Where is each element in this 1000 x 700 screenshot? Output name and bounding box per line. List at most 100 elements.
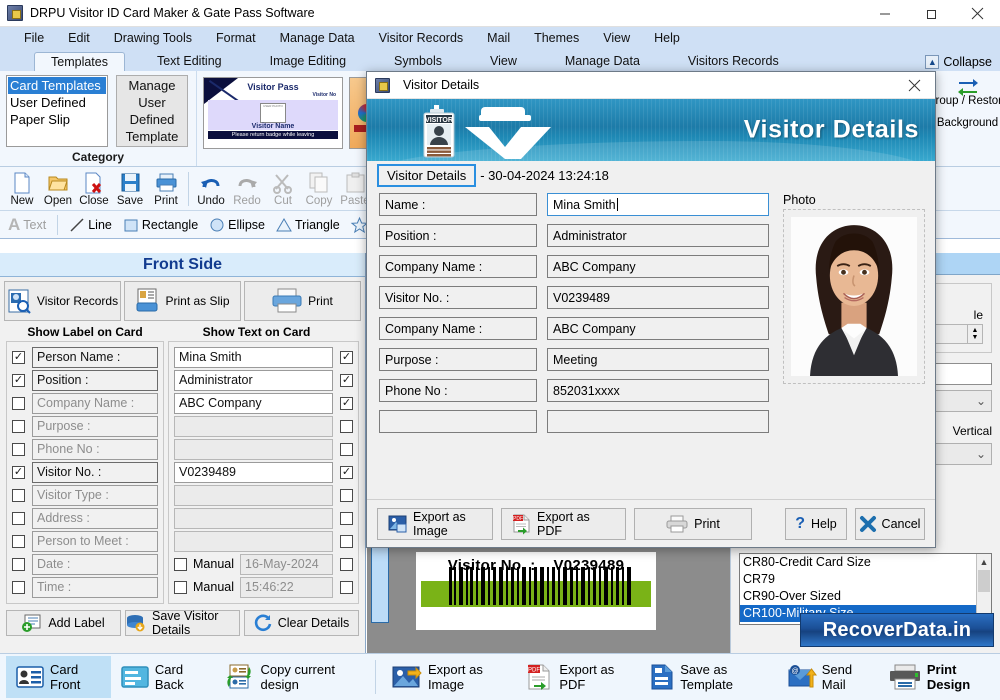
text-tool[interactable]: A Text xyxy=(4,215,50,235)
menu-item-drawing-tools[interactable]: Drawing Tools xyxy=(102,31,204,45)
menu-item-file[interactable]: File xyxy=(12,31,56,45)
rectangle-tool[interactable]: Rectangle xyxy=(119,217,202,233)
copy-current-design-button[interactable]: Copy current design xyxy=(215,656,370,698)
label-checkbox-visitor-no[interactable] xyxy=(12,465,25,479)
value-checkbox-address[interactable] xyxy=(340,511,353,525)
close-button[interactable] xyxy=(954,0,1000,27)
dialog-close-button[interactable] xyxy=(893,72,935,99)
collapse-ribbon-button[interactable]: ▲ Collapse xyxy=(925,55,992,69)
value-checkbox-person-name[interactable] xyxy=(340,350,353,364)
export-as-image-button-bottom[interactable]: Export as Image xyxy=(382,656,517,698)
dialog-export-as-image-button[interactable]: Export as Image xyxy=(377,507,493,540)
value-input-date[interactable]: 16-May-2024 xyxy=(240,553,333,575)
value-input-time[interactable]: 15:46:22 xyxy=(240,576,333,598)
open-button[interactable]: Open xyxy=(40,171,76,207)
value-input-purpose[interactable] xyxy=(174,415,333,437)
scroll-up-icon[interactable]: ▲ xyxy=(977,554,991,569)
add-label-button[interactable]: Add Label xyxy=(6,610,121,636)
field-input-purpose[interactable]: Meeting xyxy=(547,348,769,371)
redo-button[interactable]: Redo xyxy=(229,171,265,207)
scrollbar-thumb[interactable] xyxy=(978,570,990,592)
label-text-visitor-type[interactable]: Visitor Type : xyxy=(32,484,158,506)
label-checkbox-position[interactable] xyxy=(12,373,25,387)
value-checkbox-purpose[interactable] xyxy=(340,419,353,433)
value-input-company-name[interactable]: ABC Company xyxy=(174,392,333,414)
label-text-purpose[interactable]: Purpose : xyxy=(32,415,158,437)
print-design-button[interactable]: Print Design xyxy=(879,656,1000,698)
field-input-company-name-1[interactable]: ABC Company xyxy=(547,255,769,278)
value-input-address[interactable] xyxy=(174,507,333,529)
card-front-button[interactable]: Card Front xyxy=(6,656,111,698)
label-text-address[interactable]: Address : xyxy=(32,507,158,529)
label-checkbox-person-name[interactable] xyxy=(12,350,25,364)
value-input-person-name[interactable]: Mina Smith xyxy=(174,346,333,368)
tab-symbols[interactable]: Symbols xyxy=(378,52,458,71)
label-checkbox-phone-no[interactable] xyxy=(12,442,25,456)
value-checkbox-phone-no[interactable] xyxy=(340,442,353,456)
visitor-records-button[interactable]: Visitor Records xyxy=(4,281,121,321)
value-input-person-to-meet[interactable] xyxy=(174,530,333,552)
tab-manage-data[interactable]: Manage Data xyxy=(549,52,656,71)
ellipse-tool[interactable]: Ellipse xyxy=(205,217,269,233)
menu-item-manage-data[interactable]: Manage Data xyxy=(268,31,367,45)
menu-item-format[interactable]: Format xyxy=(204,31,268,45)
value-input-position[interactable]: Administrator xyxy=(174,369,333,391)
group-restore-button[interactable]: Group / Restore xyxy=(927,77,1000,107)
field-input-empty[interactable] xyxy=(547,410,769,433)
label-checkbox-company-name[interactable] xyxy=(12,396,25,410)
value-checkbox-visitor-type[interactable] xyxy=(340,488,353,502)
tab-image-editing[interactable]: Image Editing xyxy=(254,52,362,71)
field-input-company-name-2[interactable]: ABC Company xyxy=(547,317,769,340)
category-listbox[interactable]: Card Templates User Defined Paper Slip xyxy=(6,75,108,147)
size-spinner-buttons[interactable]: ▲ ▼ xyxy=(967,324,983,344)
line-tool[interactable]: Line xyxy=(65,217,116,233)
value-checkbox-date[interactable] xyxy=(340,557,353,571)
field-input-name[interactable]: Mina Smith xyxy=(547,193,769,216)
card-preview[interactable]: Visitor No. : V0239489 xyxy=(416,552,656,630)
value-input-visitor-no[interactable]: V0239489 xyxy=(174,461,333,483)
template-thumbnail-visitor-pass[interactable]: Visitor Pass Visitor No USER PHOTO Visit… xyxy=(203,77,343,149)
manage-user-defined-template-button[interactable]: Manage User Defined Template xyxy=(116,75,188,147)
label-checkbox-visitor-type[interactable] xyxy=(12,488,25,502)
label-checkbox-time[interactable] xyxy=(12,580,25,594)
chevron-up-icon[interactable]: ▲ xyxy=(972,327,979,334)
tab-view[interactable]: View xyxy=(474,52,533,71)
dialog-help-button[interactable]: ? Help xyxy=(785,507,847,540)
save-visitor-details-button[interactable]: Save Visitor Details xyxy=(125,609,240,637)
label-text-time[interactable]: Time : xyxy=(32,576,158,598)
value-checkbox-company-name[interactable] xyxy=(340,396,353,410)
label-checkbox-date[interactable] xyxy=(12,557,25,571)
dialog-tab-visitor-details[interactable]: Visitor Details xyxy=(377,163,477,187)
dialog-cancel-button[interactable]: Cancel xyxy=(855,507,925,540)
dialog-export-as-pdf-button[interactable]: PDF Export as PDF xyxy=(501,507,626,540)
label-text-phone-no[interactable]: Phone No : xyxy=(32,438,158,460)
triangle-tool[interactable]: Triangle xyxy=(272,217,344,233)
value-input-phone-no[interactable] xyxy=(174,438,333,460)
copy-button[interactable]: Copy xyxy=(301,171,337,207)
label-text-date[interactable]: Date : xyxy=(32,553,158,575)
print-button-panel[interactable]: Print xyxy=(244,281,361,321)
maximize-button[interactable] xyxy=(908,0,954,27)
tab-templates[interactable]: Templates xyxy=(34,52,125,72)
category-item-user-defined[interactable]: User Defined xyxy=(8,94,106,111)
export-as-pdf-button-bottom[interactable]: PDF Export as PDF xyxy=(517,656,640,698)
tab-visitors-records[interactable]: Visitors Records xyxy=(672,52,795,71)
manual-checkbox-date[interactable] xyxy=(174,557,187,571)
print-button[interactable]: Print xyxy=(148,171,184,207)
label-text-visitor-no[interactable]: Visitor No. : xyxy=(32,461,158,483)
category-item-card-templates[interactable]: Card Templates xyxy=(8,77,106,94)
manual-checkbox-time[interactable] xyxy=(174,580,187,594)
card-size-option-cr79[interactable]: CR79 xyxy=(740,571,991,588)
menu-item-mail[interactable]: Mail xyxy=(475,31,522,45)
menu-item-themes[interactable]: Themes xyxy=(522,31,591,45)
menu-item-edit[interactable]: Edit xyxy=(56,31,102,45)
chevron-down-icon[interactable]: ▼ xyxy=(972,334,979,341)
field-input-position[interactable]: Administrator xyxy=(547,224,769,247)
label-checkbox-address[interactable] xyxy=(12,511,25,525)
value-checkbox-person-to-meet[interactable] xyxy=(340,534,353,548)
tab-text-editing[interactable]: Text Editing xyxy=(141,52,238,71)
menu-item-help[interactable]: Help xyxy=(642,31,692,45)
background-button[interactable]: Background xyxy=(937,117,998,129)
field-input-phone-no[interactable]: 852031xxxx xyxy=(547,379,769,402)
undo-button[interactable]: Undo xyxy=(193,171,229,207)
